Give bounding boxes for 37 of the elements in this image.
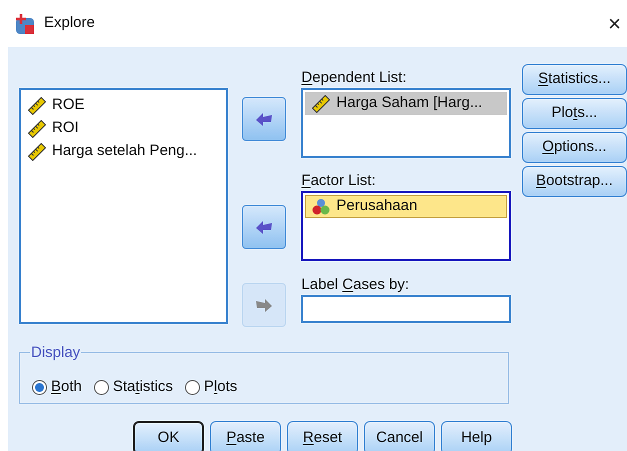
radio-button[interactable] bbox=[94, 380, 109, 394]
arrow-right-icon bbox=[254, 297, 274, 313]
dialog-button[interactable]: Cancel bbox=[364, 421, 435, 451]
dialog-button[interactable]: Help bbox=[441, 421, 512, 451]
factor-list[interactable]: Perusahaan bbox=[301, 191, 511, 261]
dialog-button[interactable]: Plots... bbox=[522, 98, 627, 129]
dialog-button[interactable]: Options... bbox=[522, 132, 627, 163]
dialog-button[interactable]: OK bbox=[133, 421, 204, 451]
field-label: Factor List: bbox=[301, 171, 377, 191]
list-item[interactable]: ROI bbox=[21, 117, 226, 140]
dependent-list[interactable]: Harga Saham [Harg... bbox=[301, 88, 511, 158]
arrow-left-icon bbox=[254, 111, 274, 127]
field-label: Label Cases by: bbox=[301, 275, 410, 295]
arrow-left-icon bbox=[254, 219, 274, 235]
radio-button[interactable] bbox=[184, 380, 200, 394]
field-label: Dependent List: bbox=[301, 68, 408, 88]
radio-button[interactable] bbox=[32, 380, 47, 394]
app-icon bbox=[14, 12, 36, 34]
dialog-button[interactable]: Statistics... bbox=[522, 64, 627, 95]
window-title: Explore bbox=[44, 13, 95, 34]
label-cases-field[interactable] bbox=[301, 295, 511, 323]
variable-list[interactable]: ROE ROI Harga setelah Peng... bbox=[19, 88, 228, 324]
group-title: Display bbox=[30, 343, 82, 363]
radio-option[interactable]: Both bbox=[32, 376, 82, 398]
three-balls-icon bbox=[312, 198, 330, 216]
dialog-button[interactable]: Reset bbox=[287, 421, 358, 451]
list-item[interactable]: Perusahaan bbox=[305, 195, 507, 218]
move-left-button[interactable] bbox=[242, 97, 286, 141]
radio-option[interactable]: Statistics bbox=[94, 376, 173, 398]
radio-option[interactable]: Plots bbox=[184, 376, 238, 398]
close-button[interactable]: × bbox=[608, 12, 621, 34]
list-item[interactable]: Harga Saham [Harg... bbox=[305, 92, 507, 115]
dialog-button[interactable]: Bootstrap... bbox=[522, 166, 627, 197]
list-item[interactable]: Harga setelah Peng... bbox=[21, 140, 226, 163]
move-left-button[interactable] bbox=[242, 205, 286, 249]
dialog-button[interactable]: Paste bbox=[210, 421, 281, 451]
list-item[interactable]: ROE bbox=[21, 94, 226, 117]
